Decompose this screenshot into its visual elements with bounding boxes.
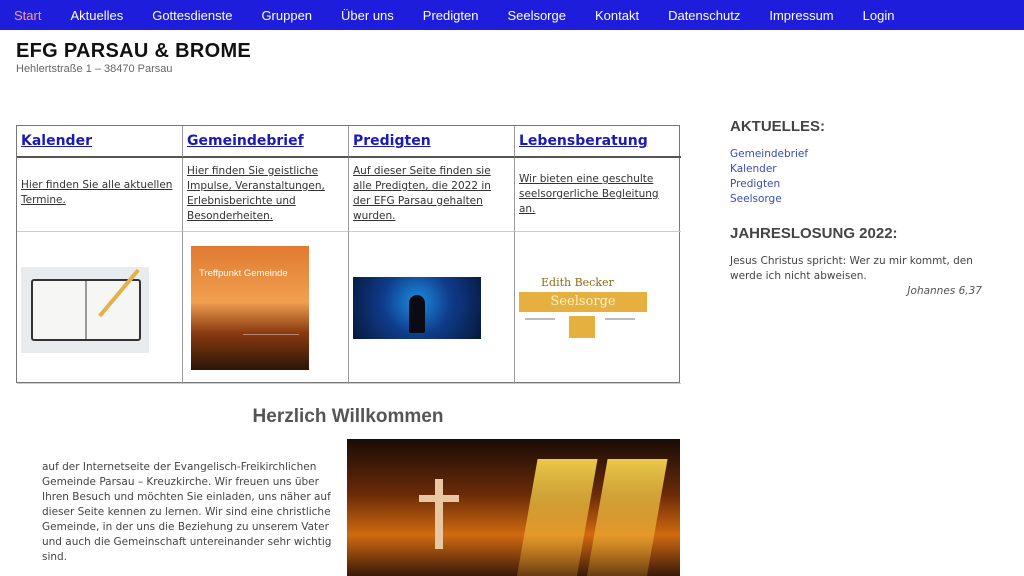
church-interior-image bbox=[347, 439, 680, 576]
nav-datenschutz[interactable]: Datenschutz bbox=[668, 8, 740, 23]
nav-gottesdienste[interactable]: Gottesdienste bbox=[152, 8, 232, 23]
predigten-description-link[interactable]: Auf dieser Seite finden sie alle Predigt… bbox=[353, 164, 510, 224]
grid-desc-lebensberatung: Wir bieten eine geschulte seelsorgerlich… bbox=[515, 158, 681, 232]
lebensberatung-description-link[interactable]: Wir bieten eine geschulte seelsorgerlich… bbox=[519, 172, 677, 217]
gemeindebrief-heading-link[interactable]: Gemeindebrief bbox=[187, 130, 344, 149]
grid-image-kalender bbox=[17, 232, 183, 384]
nav-start[interactable]: Start bbox=[14, 8, 41, 23]
treffpunkt-gemeinde-cover-image[interactable]: Treffpunkt Gemeinde bbox=[191, 245, 309, 370]
nav-impressum[interactable]: Impressum bbox=[769, 8, 833, 23]
aktuelles-heading: AKTUELLES: bbox=[730, 118, 825, 135]
nav-login[interactable]: Login bbox=[863, 8, 895, 23]
sidebar-link-gemeindebrief[interactable]: Gemeindebrief bbox=[730, 147, 992, 162]
sidebar-link-predigten[interactable]: Predigten bbox=[730, 177, 992, 192]
nav-ueber-uns[interactable]: Über uns bbox=[341, 8, 394, 23]
grid-head-gemeindebrief: Gemeindebrief bbox=[183, 126, 349, 158]
site-title[interactable]: EFG PARSAU & BROME bbox=[16, 40, 251, 63]
sidebar-link-seelsorge[interactable]: Seelsorge bbox=[730, 192, 992, 207]
gemeindebrief-description-link[interactable]: Hier finden Sie geistliche Impulse, Vera… bbox=[187, 164, 344, 224]
grid-head-predigten: Predigten bbox=[349, 126, 515, 158]
feature-grid: Kalender Gemeindebrief Predigten Lebensb… bbox=[16, 125, 681, 384]
welcome-title: Herzlich Willkommen bbox=[252, 406, 444, 427]
nav-predigten[interactable]: Predigten bbox=[423, 8, 479, 23]
lebensberatung-heading-link[interactable]: Lebensberatung bbox=[519, 130, 677, 149]
seelsorge-card-image[interactable]: Edith Becker Seelsorge bbox=[519, 273, 647, 344]
preacher-stage-image[interactable] bbox=[353, 276, 481, 339]
predigten-heading-link[interactable]: Predigten bbox=[353, 130, 510, 149]
card-band: Seelsorge bbox=[519, 291, 647, 312]
welcome-text: auf der Internetseite der Evangelisch-Fr… bbox=[42, 461, 332, 563]
grid-desc-gemeindebrief: Hier finden Sie geistliche Impulse, Vera… bbox=[183, 158, 349, 232]
aktuelles-links: Gemeindebrief Kalender Predigten Seelsor… bbox=[730, 147, 992, 207]
grid-image-lebensberatung: Edith Becker Seelsorge bbox=[515, 232, 681, 384]
jahreslosung-heading: JAHRESLOSUNG 2022: bbox=[730, 225, 898, 242]
grid-image-predigten bbox=[349, 232, 515, 384]
nav-seelsorge[interactable]: Seelsorge bbox=[507, 8, 566, 23]
grid-head-lebensberatung: Lebensberatung bbox=[515, 126, 681, 158]
jahreslosung-reference: Johannes 6,37 bbox=[907, 285, 982, 297]
cover-title: Treffpunkt Gemeinde bbox=[199, 267, 288, 279]
nav-kontakt[interactable]: Kontakt bbox=[595, 8, 639, 23]
grid-desc-kalender: Hier finden Sie alle aktuellen Termine. bbox=[17, 158, 183, 232]
card-name: Edith Becker bbox=[541, 275, 614, 289]
kalender-description-link[interactable]: Hier finden Sie alle aktuellen Termine. bbox=[21, 178, 178, 208]
grid-desc-predigten: Auf dieser Seite finden sie alle Predigt… bbox=[349, 158, 515, 232]
seelsorge-logo-icon bbox=[569, 315, 595, 338]
jahreslosung-text: Jesus Christus spricht: Wer zu mir kommt… bbox=[730, 255, 973, 282]
calendar-notebook-image[interactable] bbox=[21, 266, 149, 353]
sidebar: AKTUELLES: Gemeindebrief Kalender Predig… bbox=[730, 118, 992, 297]
nav-aktuelles[interactable]: Aktuelles bbox=[70, 8, 123, 23]
grid-head-kalender: Kalender bbox=[17, 126, 183, 158]
kalender-heading-link[interactable]: Kalender bbox=[21, 130, 178, 149]
main-navigation: Start Aktuelles Gottesdienste Gruppen Üb… bbox=[0, 0, 1024, 30]
sidebar-link-kalender[interactable]: Kalender bbox=[730, 162, 992, 177]
nav-gruppen[interactable]: Gruppen bbox=[261, 8, 312, 23]
site-address: Hehlertstraße 1 – 38470 Parsau bbox=[16, 63, 173, 75]
grid-image-gemeindebrief: Treffpunkt Gemeinde bbox=[183, 232, 349, 384]
